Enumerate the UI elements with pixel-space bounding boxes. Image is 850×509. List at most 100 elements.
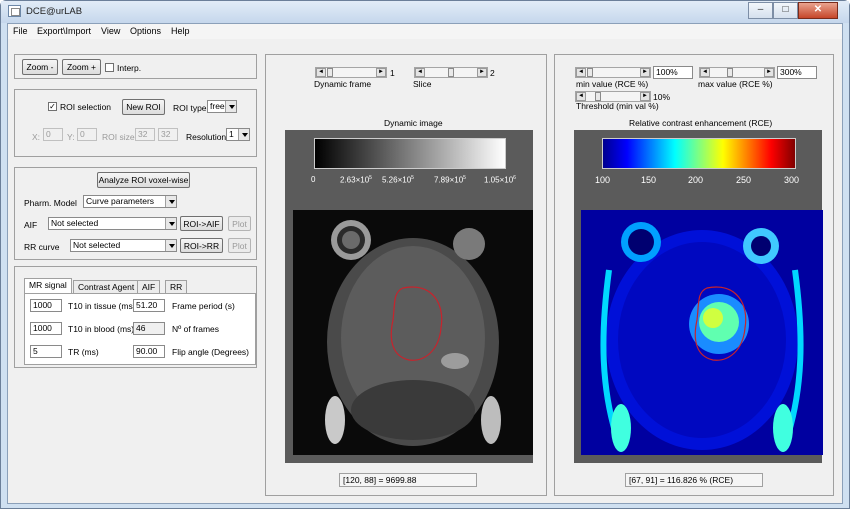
colorbar-tick: 7.89×105 — [434, 175, 466, 185]
menu-help[interactable]: Help — [171, 26, 190, 36]
dynamic-frame-label: Dynamic frame — [314, 79, 372, 89]
t10-tissue-input[interactable]: 1000 — [30, 299, 62, 312]
pharm-model-select[interactable]: Curve parameters — [83, 195, 177, 208]
max-value-slider[interactable]: ◄ ► — [699, 67, 775, 78]
rce-pixel-readout: [67, 91] = 116.826 % (RCE) — [625, 473, 763, 487]
slider-left-arrow-icon[interactable]: ◄ — [316, 68, 326, 77]
app-window: DCE@urLAB – □ ✕ File Export\Import View … — [0, 0, 850, 509]
roi-size-height-input[interactable]: 32 — [158, 128, 178, 141]
mr-signal-tab-content: 1000 T10 in tissue (ms) 51.20 Frame peri… — [24, 293, 256, 365]
dynamic-frame-value: 1 — [390, 68, 395, 78]
rr-curve-select[interactable]: Not selected — [70, 239, 177, 252]
slider-left-arrow-icon[interactable]: ◄ — [576, 92, 586, 101]
roi-to-rr-button[interactable]: ROI->RR — [180, 238, 223, 253]
tab-aif[interactable]: AIF — [137, 280, 161, 293]
menu-export-import[interactable]: Export\Import — [37, 26, 91, 36]
slice-slider[interactable]: ◄ ► — [414, 67, 488, 78]
minimize-button[interactable]: – — [748, 2, 773, 19]
plot-rr-button[interactable]: Plot — [228, 238, 251, 253]
roi-size-label: ROI size — [102, 132, 135, 142]
colorbar-tick: 100 — [595, 175, 611, 185]
aif-select[interactable]: Not selected — [48, 217, 177, 230]
slider-right-arrow-icon[interactable]: ► — [764, 68, 774, 77]
maximize-button[interactable]: □ — [773, 2, 798, 19]
menu-file[interactable]: File — [13, 26, 28, 36]
slider-thumb[interactable] — [727, 68, 733, 77]
resolution-label: Resolution — [186, 132, 227, 142]
slider-left-arrow-icon[interactable]: ◄ — [415, 68, 425, 77]
menu-view[interactable]: View — [101, 26, 120, 36]
grayscale-colorbar — [314, 138, 506, 169]
analysis-panel: Analyze ROI voxel-wise Pharm. Model Curv… — [14, 167, 257, 260]
slider-thumb[interactable] — [327, 68, 333, 77]
chevron-down-icon — [165, 218, 176, 229]
roi-size-width-input[interactable]: 32 — [135, 128, 155, 141]
tab-rr[interactable]: RR — [165, 280, 188, 293]
y-label: Y: — [67, 132, 75, 142]
flip-angle-label: Flip angle (Degrees) — [172, 347, 250, 357]
x-label: X: — [32, 132, 41, 142]
aif-label: AIF — [24, 220, 38, 230]
tab-contrast-agent[interactable]: Contrast Agent — [73, 280, 140, 293]
close-button[interactable]: ✕ — [798, 2, 838, 19]
colorbar-tick: 5.26×105 — [382, 175, 414, 185]
colorbar-tick: 2.63×105 — [340, 175, 372, 185]
chevron-down-icon — [165, 240, 176, 251]
colorbar-tick: 1.05×106 — [484, 175, 516, 185]
max-value-input[interactable]: 300% — [777, 66, 817, 79]
colorbar-tick: 200 — [688, 175, 704, 185]
min-value-input[interactable]: 100% — [653, 66, 693, 79]
slider-right-arrow-icon[interactable]: ► — [376, 68, 386, 77]
dynamic-image-panel: ◄ ► 1 Dynamic frame ◄ ► 2 Slice Dynamic … — [265, 54, 547, 496]
min-value-slider[interactable]: ◄ ► — [575, 67, 651, 78]
rce-map-image — [581, 210, 823, 455]
parameter-tabs: MR signal Contrast Agent AIF RR — [24, 278, 257, 294]
interp-label: Interp. — [117, 63, 142, 73]
max-value-label: max value (RCE %) — [698, 79, 773, 89]
slider-left-arrow-icon[interactable]: ◄ — [700, 68, 710, 77]
chevron-down-icon — [225, 101, 236, 112]
slice-label: Slice — [413, 79, 432, 89]
rce-image-viewport[interactable]: 100 150 200 250 300 — [574, 130, 823, 463]
zoom-panel: Zoom - Zoom + Interp. — [14, 54, 257, 79]
roi-selection-checkbox[interactable]: ✓ — [48, 102, 57, 111]
flip-angle-input[interactable]: 90.00 — [133, 345, 165, 358]
colorbar-tick: 150 — [641, 175, 657, 185]
tab-mr-signal[interactable]: MR signal — [24, 278, 72, 293]
slider-thumb[interactable] — [587, 68, 593, 77]
new-roi-button[interactable]: New ROI — [122, 99, 165, 115]
tr-input[interactable]: 5 — [30, 345, 62, 358]
slider-right-arrow-icon[interactable]: ► — [640, 68, 650, 77]
slider-right-arrow-icon[interactable]: ► — [640, 92, 650, 101]
analyze-roi-button[interactable]: Analyze ROI voxel-wise — [97, 172, 190, 188]
slider-thumb[interactable] — [595, 92, 601, 101]
resolution-select[interactable]: 1 — [226, 128, 250, 141]
slider-left-arrow-icon[interactable]: ◄ — [576, 68, 586, 77]
slider-thumb[interactable] — [448, 68, 454, 77]
chevron-down-icon — [238, 129, 249, 140]
menu-options[interactable]: Options — [130, 26, 161, 36]
dynamic-image-viewport[interactable]: 0 2.63×105 5.26×105 7.89×105 1.05×106 — [285, 130, 533, 463]
frame-period-input[interactable]: 51.20 — [133, 299, 165, 312]
frame-period-label: Frame period (s) — [172, 301, 235, 311]
dynamic-image-title: Dynamic image — [384, 118, 443, 128]
n-frames-value: 46 — [133, 322, 165, 335]
plot-aif-button[interactable]: Plot — [228, 216, 251, 231]
dynamic-frame-slider[interactable]: ◄ ► — [315, 67, 387, 78]
t10-tissue-label: T10 in tissue (ms) — [68, 301, 136, 311]
t10-blood-input[interactable]: 1000 — [30, 322, 62, 335]
roi-type-select[interactable]: free — [207, 100, 237, 113]
roi-panel: ✓ ROI selection New ROI ROI type free X:… — [14, 89, 257, 157]
zoom-in-button[interactable]: Zoom + — [62, 59, 101, 75]
title-bar[interactable]: DCE@urLAB – □ ✕ — [1, 1, 849, 23]
y-input[interactable]: 0 — [77, 128, 97, 141]
zoom-out-button[interactable]: Zoom - — [22, 59, 58, 75]
slice-value: 2 — [490, 68, 495, 78]
roi-to-aif-button[interactable]: ROI->AIF — [180, 216, 223, 231]
x-input[interactable]: 0 — [43, 128, 63, 141]
interp-checkbox[interactable] — [105, 63, 114, 72]
t10-blood-label: T10 in blood (ms) — [68, 324, 135, 334]
slider-right-arrow-icon[interactable]: ► — [477, 68, 487, 77]
mri-grayscale-image — [293, 210, 533, 455]
threshold-label: Threshold (min val %) — [576, 101, 659, 111]
